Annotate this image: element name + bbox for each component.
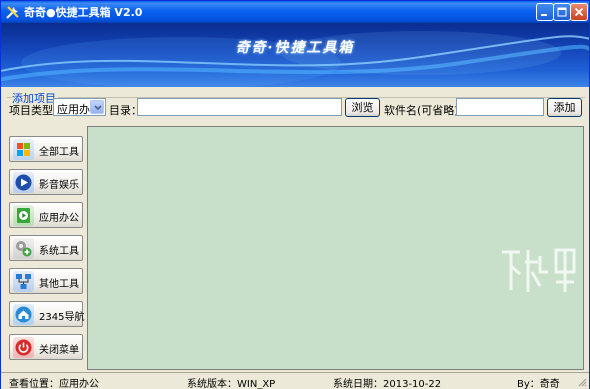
- app-window: 奇奇●快捷工具箱 V2.0 奇奇·快捷工具箱 添加项目 项目类型: 应用办公 目…: [0, 0, 590, 389]
- gears-icon: [13, 238, 34, 259]
- chevron-down-icon: [94, 105, 102, 111]
- close-button[interactable]: [570, 3, 588, 21]
- maximize-button[interactable]: [553, 3, 571, 21]
- banner-title: 奇奇·快捷工具箱: [235, 40, 355, 56]
- nav-label: 应用办公: [39, 213, 79, 224]
- network-icon: [13, 271, 34, 292]
- play-icon: [13, 172, 34, 193]
- title-bar[interactable]: 奇奇●快捷工具箱 V2.0: [1, 1, 589, 23]
- software-name-input[interactable]: [456, 98, 544, 116]
- maximize-icon: [557, 7, 567, 17]
- nav-2345-button[interactable]: 2345导航: [9, 301, 85, 327]
- nav-close-menu-button[interactable]: 关闭菜单: [9, 334, 83, 360]
- watermark-logo: [498, 242, 580, 305]
- status-bar: 查看位置：应用办公 系统版本：WIN_XP 系统日期：2013-10-22 By…: [1, 372, 589, 389]
- status-date: 系统日期：2013-10-22: [333, 379, 442, 389]
- tools-icon: [6, 6, 19, 19]
- status-version: 系统版本：WIN_XP: [187, 379, 276, 389]
- close-icon: [574, 7, 584, 17]
- nav-label: 影音娱乐: [39, 180, 79, 191]
- windows-logo-icon: [13, 139, 34, 160]
- nav-media-button[interactable]: 影音娱乐: [9, 169, 83, 195]
- minimize-icon: [541, 14, 547, 16]
- power-icon: [13, 337, 34, 358]
- tool-list-panel[interactable]: [87, 126, 584, 370]
- status-location: 查看位置：应用办公: [9, 379, 99, 389]
- item-type-label: 项目类型:: [9, 104, 57, 117]
- item-type-select[interactable]: 应用办公: [53, 98, 106, 116]
- status-author: By：奇奇: [517, 379, 560, 389]
- nav-label: 全部工具: [39, 147, 79, 158]
- add-button[interactable]: 添加: [547, 98, 582, 117]
- directory-input[interactable]: [137, 98, 342, 116]
- nav-label: 关闭菜单: [39, 345, 79, 356]
- nav-system-tools-button[interactable]: 系统工具: [9, 235, 83, 261]
- window-title: 奇奇●快捷工具箱 V2.0: [24, 6, 143, 19]
- nav-label: 系统工具: [39, 246, 79, 257]
- document-play-icon: [13, 205, 34, 226]
- dropdown-button[interactable]: [90, 100, 104, 114]
- nav-label: 2345导航: [39, 312, 85, 323]
- nav-label: 其他工具: [39, 279, 79, 290]
- nav-other-tools-button[interactable]: 其他工具: [9, 268, 83, 294]
- browse-button[interactable]: 浏览: [345, 98, 380, 117]
- header-banner: 奇奇·快捷工具箱: [1, 23, 589, 87]
- home-icon: [13, 304, 34, 325]
- nav-office-button[interactable]: 应用办公: [9, 202, 83, 228]
- resize-grip-icon[interactable]: [577, 377, 587, 387]
- nav-all-tools-button[interactable]: 全部工具: [9, 136, 83, 162]
- minimize-button[interactable]: [536, 3, 554, 21]
